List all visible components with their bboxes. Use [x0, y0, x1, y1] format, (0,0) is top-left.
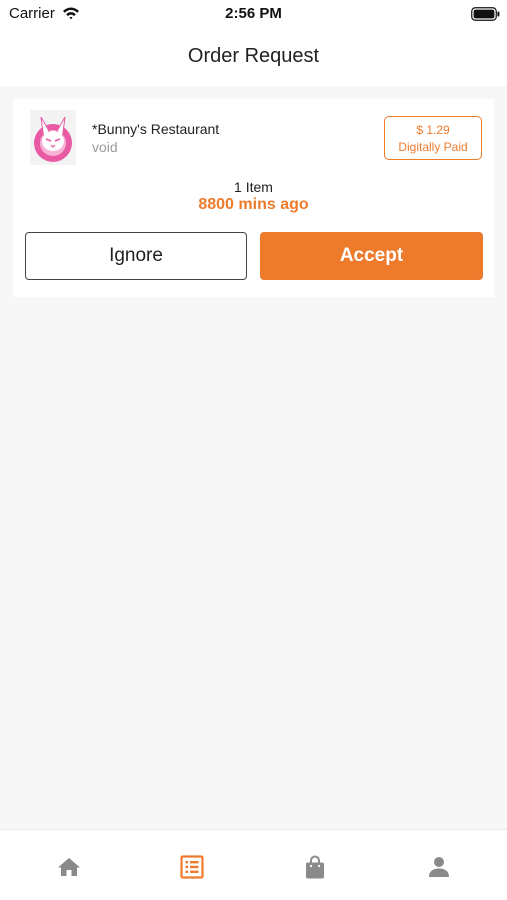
battery-icon: [471, 7, 500, 21]
restaurant-avatar: [30, 110, 76, 165]
tab-orders[interactable]: [129, 830, 255, 900]
status-bar: Carrier 2:56 PM: [0, 0, 507, 30]
tab-bag[interactable]: [252, 830, 378, 900]
payment-amount: $ 1.29: [416, 123, 450, 137]
item-count: 1 Item: [234, 179, 273, 195]
tab-profile[interactable]: [376, 830, 502, 900]
order-request-card: *Bunny's Restaurant void $ 1.29 Digitall…: [13, 99, 494, 297]
shopping-bag-icon: [306, 855, 324, 879]
page-title: Order Request: [187, 45, 320, 67]
ignore-button[interactable]: Ignore: [25, 232, 247, 280]
payment-method: Digitally Paid: [398, 140, 468, 154]
orders-list-icon: [180, 855, 204, 879]
order-time-ago: 8800 mins ago: [198, 196, 309, 213]
tab-home[interactable]: [6, 830, 132, 900]
accept-button[interactable]: Accept: [260, 232, 483, 280]
restaurant-status: void: [92, 139, 118, 155]
restaurant-name: *Bunny's Restaurant: [92, 121, 220, 137]
profile-icon: [429, 857, 449, 877]
status-time: 2:56 PM: [225, 5, 282, 22]
home-icon: [58, 858, 80, 876]
payment-badge: $ 1.29 Digitally Paid: [384, 116, 482, 160]
bunny-logo-icon: [30, 110, 76, 165]
nav-bar: Order Request: [0, 30, 507, 86]
tab-bar: [0, 829, 507, 900]
